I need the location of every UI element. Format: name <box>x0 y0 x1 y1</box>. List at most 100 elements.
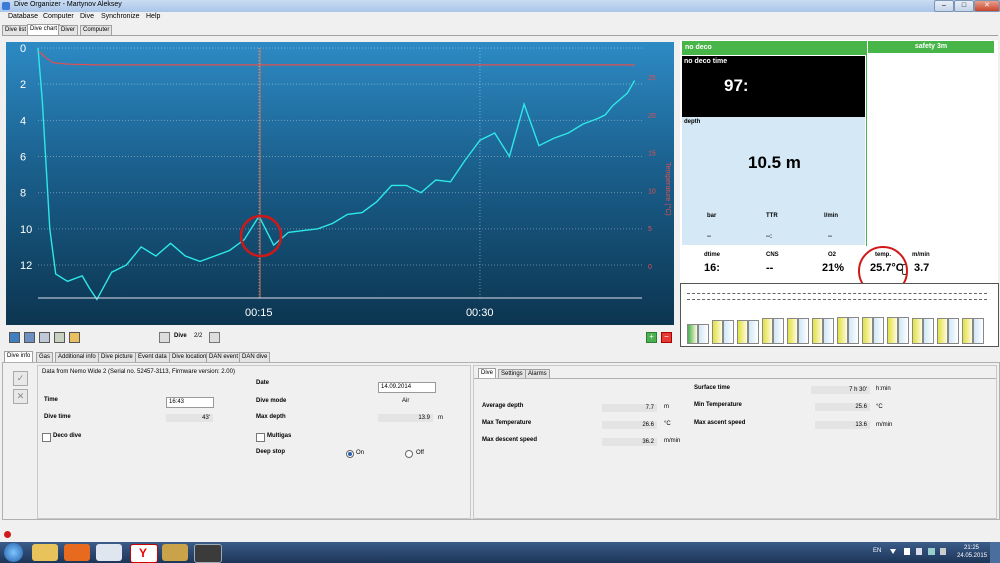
surface-time-value: 7 h 30' <box>811 386 870 394</box>
lower-tab-bar: Dive info Gas Additional info Dive pictu… <box>2 351 302 362</box>
min-temp-unit: °C <box>876 404 883 410</box>
cancel-button[interactable]: ✕ <box>13 389 28 404</box>
tissue-bar <box>923 318 934 344</box>
multigas-checkbox[interactable] <box>256 433 265 442</box>
y-tick-label: 10 <box>20 224 32 236</box>
clock-time[interactable]: 21:25 <box>964 545 979 551</box>
right-tick-label: 10 <box>648 188 656 195</box>
menu-synchronize[interactable]: Synchronize <box>101 13 140 20</box>
zoom-out-icon[interactable]: − <box>661 332 672 343</box>
source-text: Data from Nemo Wide 2 (Serial no. 52457-… <box>42 369 235 375</box>
tray-app-icon[interactable] <box>928 548 935 555</box>
dive-mode-value: Air <box>402 398 410 404</box>
title-bar: Dive Organizer - Martynov Aleksey – □ ✕ <box>0 0 1000 12</box>
max-temp-value: 26.6 <box>602 421 657 429</box>
no-deco-time-label: no deco time <box>684 58 728 65</box>
tab-computer[interactable]: Computer <box>80 25 113 35</box>
dive-chart[interactable]: 0 2 4 6 8 10 12 00:15 00:30 25 20 15 10 5 0 Temperature… <box>6 42 674 325</box>
bar-value: -- <box>707 234 711 240</box>
start-button[interactable] <box>4 543 23 562</box>
tab-dive-location[interactable]: Dive location <box>169 352 210 362</box>
confirm-button[interactable]: ✓ <box>13 371 28 386</box>
tab-dive-picture[interactable]: Dive picture <box>98 352 136 362</box>
avg-depth-unit: m <box>664 404 669 410</box>
window-title: Dive Organizer - Martynov Aleksey <box>14 1 122 8</box>
dive-label: Dive <box>174 333 187 339</box>
tab-gas[interactable]: Gas <box>36 352 54 362</box>
tissue-bar <box>898 317 909 344</box>
date-picker[interactable]: 14.09.2014 <box>378 382 436 393</box>
chart-tool-1-icon[interactable] <box>9 332 20 343</box>
chart-tool-4-icon[interactable] <box>54 332 65 343</box>
max-depth-unit: m <box>438 415 443 421</box>
tissue-bar <box>698 324 709 344</box>
maximize-button[interactable]: □ <box>954 0 974 12</box>
yandex-browser-icon[interactable]: Y <box>130 544 158 563</box>
menu-database[interactable]: Database <box>8 13 38 20</box>
dive-mode-label: Dive mode <box>256 398 287 404</box>
o2-label: O2 <box>828 252 837 258</box>
app-icon <box>2 2 10 10</box>
tab-dive-chart[interactable]: Dive chart <box>27 24 61 35</box>
tab-dan-dive[interactable]: DAN dive <box>239 352 271 362</box>
tissue-bar <box>712 320 723 344</box>
tab-dan-event[interactable]: DAN event <box>206 352 242 362</box>
document-icon[interactable] <box>96 544 122 561</box>
clock-date[interactable]: 24.05.2015 <box>957 553 987 559</box>
tab-additional-info[interactable]: Additional info <box>55 352 99 362</box>
tissue-bar <box>948 318 959 344</box>
panel-divider <box>866 54 867 246</box>
next-dive-button[interactable] <box>209 332 220 343</box>
chart-tool-5-icon[interactable] <box>69 332 80 343</box>
volume-icon[interactable] <box>940 548 946 555</box>
deep-stop-on-radio[interactable] <box>346 450 354 458</box>
chart-tool-3-icon[interactable] <box>39 332 50 343</box>
close-button[interactable]: ✕ <box>974 0 1000 12</box>
dtime-value: 16: <box>704 262 720 274</box>
right-tick-label: 15 <box>648 151 656 158</box>
max-ascent-label: Max ascent speed <box>694 420 746 426</box>
zoom-in-icon[interactable]: + <box>646 332 657 343</box>
media-player-icon[interactable] <box>64 544 90 561</box>
tab-dive-info[interactable]: Dive info <box>4 351 34 362</box>
no-deco-time-box: no deco time 97: <box>682 56 865 117</box>
tray-expand-icon[interactable] <box>890 549 896 554</box>
network-icon[interactable] <box>916 548 922 555</box>
y-tick-label: 2 <box>20 79 26 91</box>
show-desktop-button[interactable] <box>990 542 1000 563</box>
menu-computer[interactable]: Computer <box>43 13 74 20</box>
menu-help[interactable]: Help <box>146 13 160 20</box>
max-temp-label: Max Temperature <box>482 420 532 426</box>
deep-stop-off-radio[interactable] <box>405 450 413 458</box>
deco-dive-checkbox[interactable] <box>42 433 51 442</box>
max-descent-unit: m/min <box>664 438 681 444</box>
tissue-bar <box>912 318 923 344</box>
dive-organizer-icon[interactable] <box>194 544 222 563</box>
stats-tab-divider <box>474 378 996 379</box>
right-axis-label: Temperature (°C) <box>664 162 672 216</box>
status-indicator-icon <box>4 531 11 538</box>
safety-header: safety 3m <box>868 41 994 53</box>
tab-diver[interactable]: Diver <box>58 25 79 35</box>
menu-dive[interactable]: Dive <box>80 13 94 20</box>
tab-divider <box>2 35 998 36</box>
o2-value: 21% <box>822 262 845 274</box>
time-label: Time <box>44 397 58 403</box>
cns-label: CNS <box>766 252 779 258</box>
explorer-icon[interactable] <box>32 544 58 561</box>
dtime-label: dtime <box>704 252 721 258</box>
action-center-icon[interactable] <box>904 548 910 555</box>
deep-stop-label: Deep stop <box>256 449 286 455</box>
minimize-button[interactable]: – <box>934 0 954 12</box>
tissue-bar <box>748 320 759 344</box>
time-input[interactable]: 16:43 <box>166 397 214 408</box>
tissue-bar <box>887 317 898 344</box>
tab-dive-list[interactable]: Dive list <box>2 25 30 35</box>
language-indicator[interactable]: EN <box>873 548 881 554</box>
chart-tool-2-icon[interactable] <box>24 332 35 343</box>
prev-dive-button[interactable] <box>159 332 170 343</box>
menu-bar: Database Computer Dive Synchronize Help <box>0 12 1000 23</box>
y-tick-label: 4 <box>20 115 26 127</box>
tools-icon[interactable] <box>162 544 188 561</box>
tab-event-data[interactable]: Event data <box>135 352 170 362</box>
